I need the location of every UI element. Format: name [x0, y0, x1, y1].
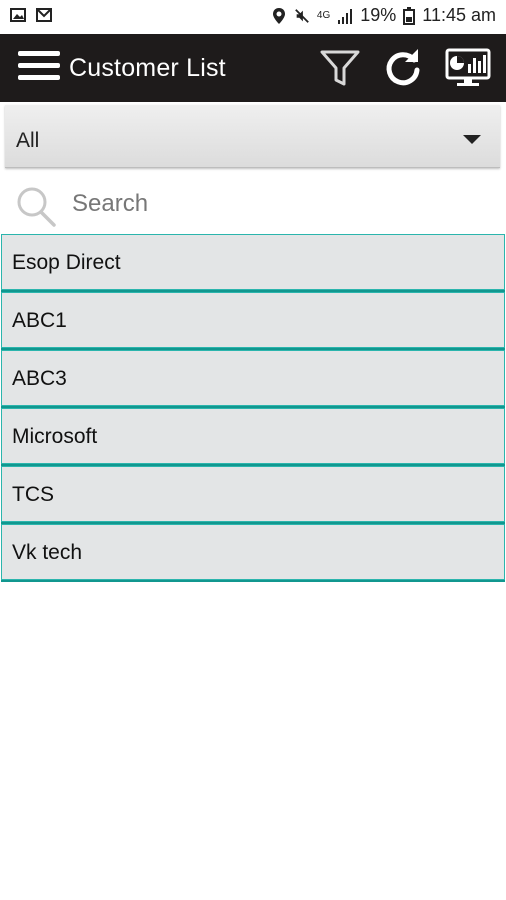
system-status: 4G 19% 11:45 am	[271, 5, 496, 26]
chevron-down-icon	[463, 135, 481, 144]
customer-name: Esop Direct	[12, 251, 121, 274]
status-bar: 4G 19% 11:45 am	[0, 0, 506, 34]
menu-icon[interactable]	[18, 51, 60, 87]
page-title: Customer List	[69, 54, 226, 82]
customer-name: ABC3	[12, 367, 67, 390]
mail-notification-icon	[36, 8, 52, 22]
dropdown-selected-value: All	[16, 129, 40, 152]
customer-name: Microsoft	[12, 425, 98, 448]
customer-name: TCS	[12, 483, 54, 506]
list-item[interactable]: Esop Direct	[1, 234, 505, 292]
search-icon	[17, 187, 56, 227]
customer-name: ABC1	[12, 309, 67, 332]
customer-name: Vk tech	[12, 541, 83, 564]
list-item[interactable]: ABC3	[1, 350, 505, 408]
image-notification-icon	[10, 8, 26, 22]
app-bar: Customer List	[0, 34, 506, 102]
mute-icon	[295, 8, 309, 23]
customer-list: Esop Direct ABC1 ABC3 Microsoft TCS Vk t…	[0, 234, 506, 582]
refresh-icon[interactable]	[381, 46, 425, 90]
signal-icon	[338, 8, 353, 24]
customer-filter-dropdown[interactable]: All	[5, 105, 500, 168]
notification-icons	[10, 8, 52, 22]
battery-percent: 19%	[360, 5, 397, 25]
search-input[interactable]	[72, 187, 472, 221]
dashboard-icon[interactable]	[444, 46, 492, 90]
clock: 11:45 am	[422, 5, 496, 25]
location-icon	[272, 7, 285, 24]
battery-icon	[403, 6, 416, 25]
list-item[interactable]: Microsoft	[1, 408, 505, 466]
network-type: 4G	[316, 10, 331, 21]
list-item[interactable]: Vk tech	[1, 524, 505, 582]
list-item[interactable]: TCS	[1, 466, 505, 524]
filter-icon[interactable]	[318, 46, 362, 90]
list-item[interactable]: ABC1	[1, 292, 505, 350]
search-bar	[0, 175, 506, 233]
